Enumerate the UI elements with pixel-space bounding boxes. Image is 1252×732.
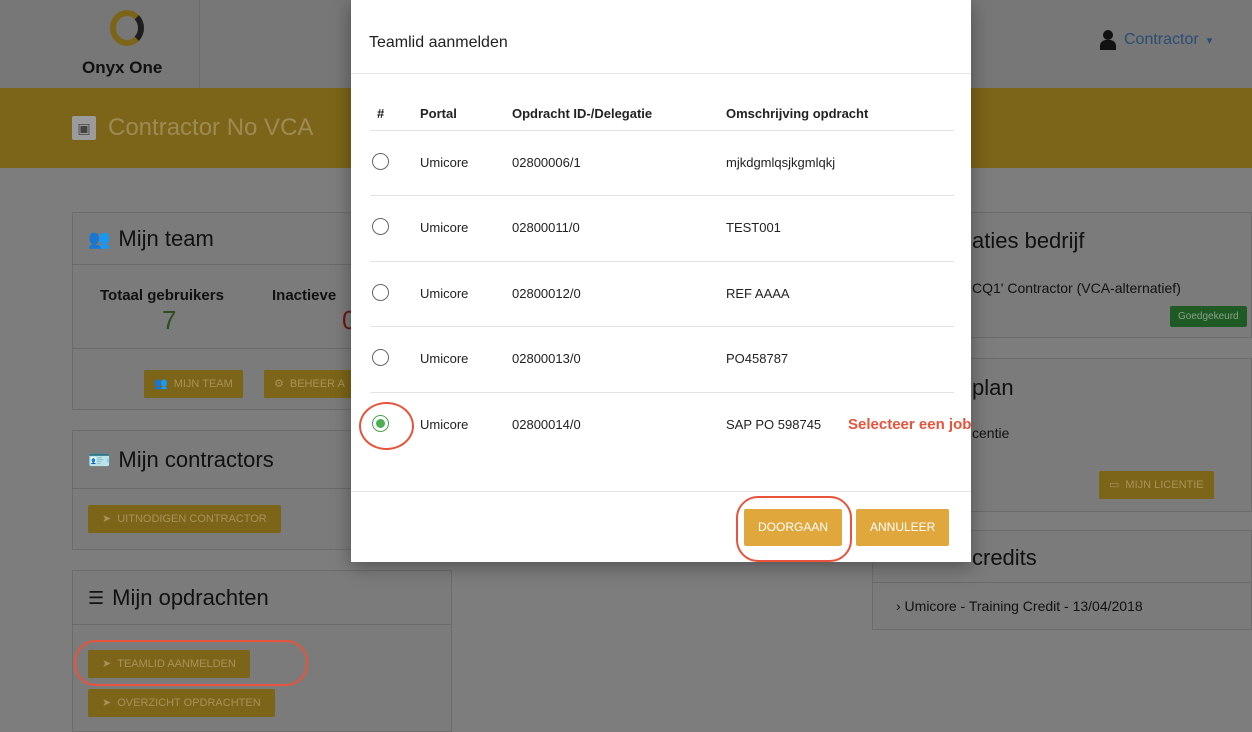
inactive-users-label: Inactieve [272, 287, 337, 304]
send-icon: ➤ [102, 697, 112, 709]
column-header-index: # [377, 106, 385, 121]
modal-footer-divider [351, 491, 971, 492]
row-assignment-id: 02800013/0 [512, 351, 581, 366]
total-users-label: Totaal gebruikers [100, 287, 224, 304]
user-icon [1100, 30, 1116, 50]
logo[interactable]: Onyx One [72, 0, 200, 88]
qualification-item: CQ1' Contractor (VCA-alternatief) [972, 280, 1181, 296]
contractors-card-divider [72, 488, 352, 489]
annotation-circle-register [74, 640, 308, 686]
row-portal: Umicore [420, 155, 469, 170]
row-assignment-id: 02800014/0 [512, 417, 581, 432]
column-header-portal: Portal [420, 106, 457, 121]
annotation-circle-radio [359, 402, 414, 450]
row-radio[interactable] [372, 349, 389, 366]
users-icon: 👥 [154, 378, 168, 390]
cancel-button[interactable]: ANNULEER [856, 509, 950, 546]
team-card-divider [72, 264, 352, 265]
row-description: PO458787 [726, 351, 789, 366]
team-card-divider-bottom [72, 348, 352, 349]
annotation-select-job: Selecteer een job [848, 416, 972, 433]
logo-text: Onyx One [82, 58, 163, 77]
assignments-card-title: ☰ Mijn opdrachten [88, 585, 269, 610]
row-assignment-id: 02800012/0 [512, 286, 581, 301]
total-users-value: 7 [162, 305, 177, 335]
column-header-assignment-id: Opdracht ID-/Delegatie [512, 106, 653, 121]
settings-icon: ⚙ [274, 378, 284, 390]
license-icon: ▭ [1109, 479, 1120, 491]
column-header-description: Omschrijving opdracht [726, 106, 869, 121]
row-portal: Umicore [420, 351, 469, 366]
invite-contractor-button[interactable]: ➤ UITNODIGEN CONTRACTOR [88, 505, 281, 533]
my-team-button[interactable]: 👥 MIJN TEAM [144, 370, 243, 398]
status-badge: Goedgekeurd [1170, 306, 1247, 327]
table-row[interactable]: Umicore 02800013/0 PO458787 [370, 326, 954, 391]
table-row[interactable]: Umicore 02800011/0 TEST001 [370, 195, 954, 260]
row-assignment-id: 02800011/0 [512, 220, 580, 235]
assignments-overview-button[interactable]: ➤ OVERZICHT OPDRACHTEN [88, 689, 275, 717]
credits-item: › Umicore - Training Credit - 13/04/2018 [896, 598, 1143, 614]
table-row[interactable]: Umicore 02800006/1 mjkdgmlqsjkgmlqkj [370, 130, 954, 195]
modal-header: Teamlid aanmelden [351, 0, 971, 74]
row-description: REF AAAA [726, 286, 790, 301]
qualifications-card-title: aties bedrijf [972, 228, 1085, 253]
caret-down-icon: ▾ [1206, 34, 1213, 47]
server-icon: ☰ [88, 587, 105, 608]
contractors-card-title: 🪪 Mijn contractors [88, 447, 274, 472]
row-description: mjkdgmlqsjkgmlqkj [726, 155, 836, 170]
manage-button[interactable]: ⚙ BEHEER A [264, 370, 355, 398]
row-description: SAP PO 598745 [726, 417, 822, 432]
plan-text: centie [972, 425, 1010, 441]
annotation-circle-continue [736, 496, 852, 562]
team-card-title: 👥 Mijn team [88, 226, 214, 251]
send-icon: ➤ [102, 513, 112, 525]
assignments-card-divider [72, 624, 452, 625]
company-icon: ▣ [72, 116, 96, 140]
row-radio[interactable] [372, 218, 389, 235]
row-assignment-id: 02800006/1 [512, 155, 581, 170]
badge-icon: 🪪 [88, 449, 111, 470]
row-description: TEST001 [726, 220, 781, 235]
row-radio[interactable] [372, 284, 389, 301]
onyx-logo-icon [110, 10, 144, 46]
company-title: Contractor No VCA [108, 114, 314, 141]
row-portal: Umicore [420, 286, 469, 301]
row-radio[interactable] [372, 153, 389, 170]
user-label: Contractor [1124, 31, 1199, 48]
plan-card-title: plan [972, 375, 1014, 400]
users-icon: 👥 [88, 228, 111, 249]
user-menu[interactable]: Contractor ▾ [1100, 30, 1212, 50]
credits-card-title: credits [972, 545, 1037, 570]
credits-card-divider [872, 582, 1252, 583]
my-license-button[interactable]: ▭ MIJN LICENTIE [1099, 471, 1214, 499]
modal-title: Teamlid aanmelden [369, 34, 508, 51]
table-row[interactable]: Umicore 02800012/0 REF AAAA [370, 261, 954, 326]
row-portal: Umicore [420, 417, 469, 432]
row-portal: Umicore [420, 220, 469, 235]
